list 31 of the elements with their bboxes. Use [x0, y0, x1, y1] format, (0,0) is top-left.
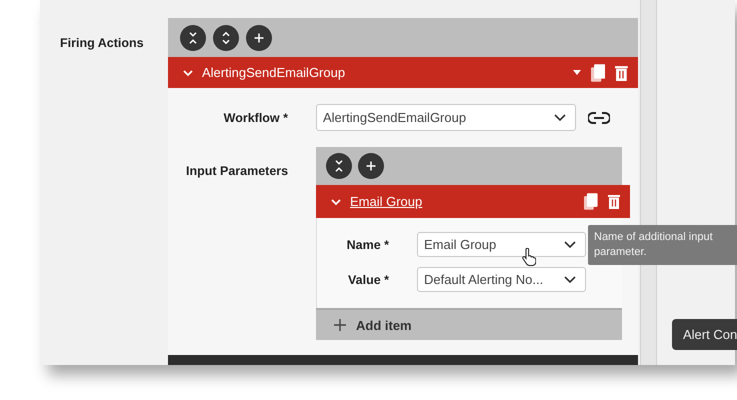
parameter-link[interactable]: Email Group	[350, 194, 576, 209]
hand-cursor-icon	[522, 248, 536, 266]
tooltip: Alert Con	[672, 319, 737, 350]
section-label: Firing Actions	[60, 36, 144, 50]
copy-icon[interactable]	[590, 64, 606, 82]
chevron-down-icon	[563, 274, 577, 284]
caret-down-icon[interactable]	[572, 70, 581, 75]
dropdown-field[interactable]: AlertingSendEmailGroup	[316, 104, 576, 131]
collapse-all-button[interactable]	[326, 153, 352, 179]
add-item-button[interactable]: Add item	[316, 308, 622, 340]
action-title[interactable]: AlertingSendEmailGroup	[202, 65, 565, 80]
parameter-header[interactable]: Email Group	[316, 185, 630, 218]
link-icon[interactable]	[588, 112, 610, 124]
field-label: Name *	[346, 238, 389, 252]
dropdown-field[interactable]: Default Alerting No...	[417, 267, 586, 292]
copy-icon[interactable]	[584, 193, 598, 210]
dropdown-field[interactable]: Email Group	[417, 232, 586, 257]
tooltip: Name of additional input parameter.	[588, 225, 737, 265]
collapse-all-button[interactable]	[180, 24, 206, 50]
action-header[interactable]: AlertingSendEmailGroup	[168, 57, 638, 88]
add-button[interactable]	[246, 24, 272, 50]
trash-icon[interactable]	[615, 64, 628, 80]
field-label: Workflow *	[222, 110, 289, 124]
field-label: Input Parameters	[185, 163, 290, 180]
trash-icon[interactable]	[608, 194, 620, 209]
chevron-down-icon	[563, 240, 577, 250]
chevron-down-icon	[553, 112, 567, 122]
field-label: Value *	[347, 272, 389, 286]
expand-all-button[interactable]	[213, 24, 239, 50]
add-icon	[334, 319, 346, 331]
add-button[interactable]	[358, 153, 384, 179]
